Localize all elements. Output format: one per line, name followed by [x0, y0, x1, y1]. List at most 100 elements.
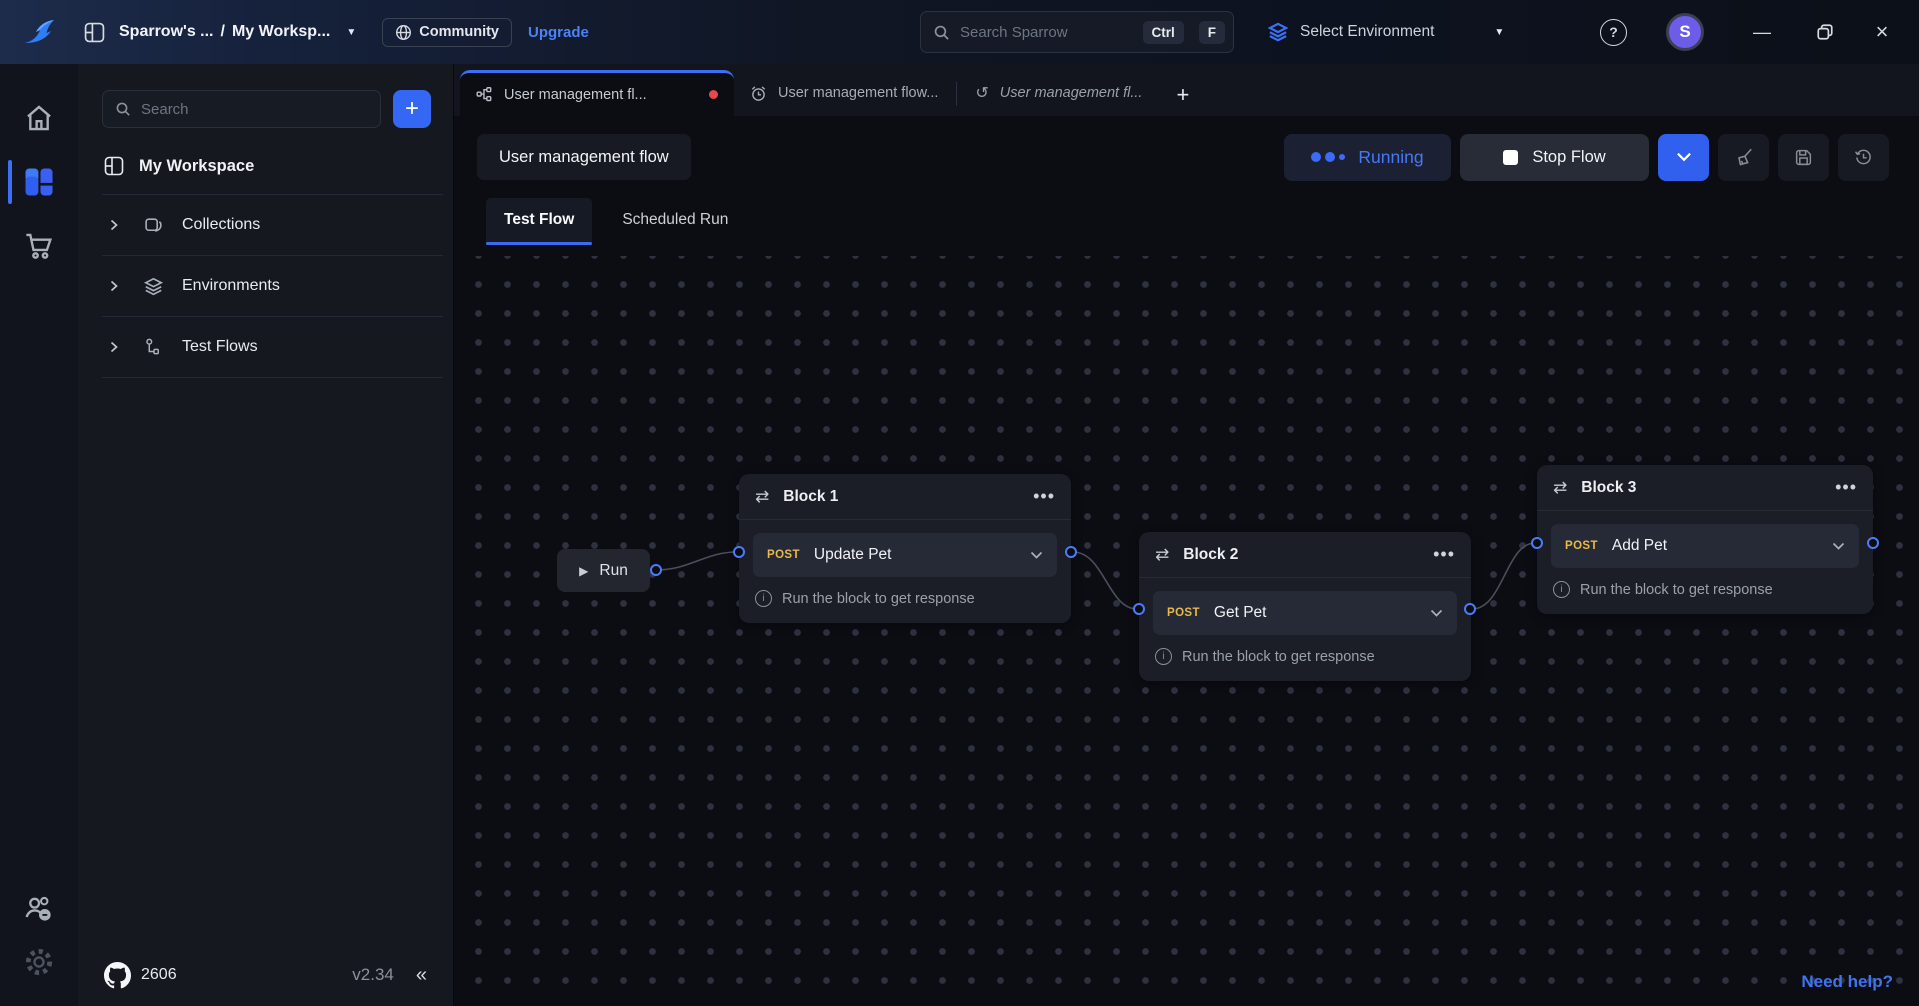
rail-item-marketplace[interactable] — [0, 214, 78, 278]
subtab-scheduled-run[interactable]: Scheduled Run — [604, 198, 746, 242]
flow-canvas[interactable]: ▶ Run ⇄ Block 1 ••• POST Update Pet — [454, 256, 1919, 1006]
flow-block-2[interactable]: ⇄ Block 2 ••• POST Get Pet i Run the blo… — [1139, 532, 1471, 681]
breadcrumb-separator: / — [221, 23, 225, 41]
tab-label: User management fl... — [1000, 85, 1143, 101]
new-tab-button[interactable]: + — [1158, 82, 1207, 108]
subtab-test-flow[interactable]: Test Flow — [486, 198, 592, 242]
need-help-link[interactable]: Need help? — [1801, 972, 1893, 992]
help-button[interactable]: ? — [1600, 19, 1627, 46]
sidebar-item-collections[interactable]: Collections — [78, 195, 453, 255]
add-new-button[interactable]: + — [393, 90, 431, 128]
block-menu-button[interactable]: ••• — [1033, 486, 1055, 507]
sidebar-item-environments[interactable]: Environments — [78, 256, 453, 316]
github-star-count: 2606 — [141, 966, 177, 984]
rail-item-home[interactable] — [0, 86, 78, 150]
workspace-header[interactable]: My Workspace — [78, 146, 453, 194]
community-button[interactable]: Community — [382, 18, 512, 47]
connector-block2-out[interactable] — [1464, 603, 1476, 615]
block-title: Block 2 — [1183, 546, 1419, 564]
running-dot-icon — [1311, 152, 1321, 162]
flow-header: User management flow Running Stop Flow — [454, 116, 1919, 198]
status-label: Running — [1358, 147, 1423, 168]
run-node-button[interactable]: ▶ Run — [557, 549, 650, 592]
method-badge: POST — [767, 549, 800, 561]
sidebar-item-label: Environments — [182, 277, 280, 295]
environment-caret-icon[interactable]: ▼ — [1494, 27, 1504, 38]
upgrade-link[interactable]: Upgrade — [528, 24, 589, 41]
sidebar-item-label: Collections — [182, 216, 260, 234]
connector-run-out[interactable] — [650, 564, 662, 576]
restore-button[interactable] — [1805, 12, 1845, 52]
environment-selector[interactable]: Select Environment ▼ — [1268, 22, 1504, 42]
search-icon — [933, 24, 950, 41]
flow-block-1[interactable]: ⇄ Block 1 ••• POST Update Pet i Run the … — [739, 474, 1071, 623]
connector-block2-in[interactable] — [1133, 603, 1145, 615]
running-dot-icon — [1325, 152, 1335, 162]
alarm-clock-icon — [750, 85, 767, 102]
rail-item-community[interactable] — [23, 894, 55, 924]
shortcut-f-badge: F — [1199, 21, 1225, 44]
save-button[interactable] — [1778, 134, 1829, 181]
flow-name-field[interactable]: User management flow — [477, 134, 691, 180]
workspace-caret-icon[interactable]: ▼ — [346, 27, 356, 38]
info-icon: i — [1155, 648, 1172, 665]
close-button[interactable]: × — [1862, 12, 1902, 52]
info-icon: i — [755, 590, 772, 607]
help-glyph: ? — [1609, 24, 1618, 40]
request-name: Add Pet — [1612, 537, 1818, 555]
workspace-panels-icon — [21, 164, 57, 200]
chevron-right-icon[interactable] — [108, 341, 120, 353]
global-search-input[interactable] — [960, 24, 1133, 41]
panel-search-input[interactable] — [141, 101, 368, 118]
run-options-dropdown-button[interactable] — [1658, 134, 1709, 181]
rail-item-settings[interactable] — [23, 946, 55, 978]
cart-icon — [23, 231, 55, 261]
broom-icon — [1734, 147, 1754, 167]
request-selector[interactable]: POST Update Pet — [753, 533, 1057, 577]
chevron-right-icon[interactable] — [108, 280, 120, 292]
connector-block1-out[interactable] — [1065, 546, 1077, 558]
environment-label: Select Environment — [1300, 23, 1434, 41]
connector-block3-in[interactable] — [1531, 537, 1543, 549]
flow-block-3[interactable]: ⇄ Block 3 ••• POST Add Pet i Run the blo… — [1537, 465, 1873, 614]
swap-icon: ⇄ — [755, 487, 769, 507]
global-search[interactable]: Ctrl F — [920, 11, 1234, 53]
sidebar-rail — [0, 64, 78, 1006]
search-icon — [115, 101, 131, 117]
request-name: Update Pet — [814, 546, 1016, 564]
tab-user-management-flow-3[interactable]: ↺ User management fl... — [959, 70, 1158, 116]
rail-item-workspace[interactable] — [0, 150, 78, 214]
tab-label: User management fl... — [504, 87, 698, 103]
method-badge: POST — [1167, 607, 1200, 619]
method-badge: POST — [1565, 540, 1598, 552]
history-button[interactable] — [1838, 134, 1889, 181]
chevron-down-icon — [1430, 609, 1443, 617]
github-link[interactable] — [104, 962, 131, 989]
workspace-title: My Workspace — [139, 157, 254, 176]
tab-user-management-flow-2[interactable]: User management flow... — [734, 70, 954, 116]
connector-block3-out[interactable] — [1867, 537, 1879, 549]
block-menu-button[interactable]: ••• — [1433, 544, 1455, 565]
title-bar: Sparrow's ... / My Worksp... ▼ Community… — [0, 0, 1919, 64]
stop-flow-button[interactable]: Stop Flow — [1460, 134, 1649, 181]
breadcrumb-team[interactable]: Sparrow's ... — [119, 23, 214, 41]
request-selector[interactable]: POST Add Pet — [1551, 524, 1859, 568]
chevron-right-icon[interactable] — [108, 219, 120, 231]
tab-user-management-flow-1[interactable]: User management fl... — [460, 70, 734, 116]
user-avatar[interactable]: S — [1666, 13, 1704, 51]
clear-canvas-button[interactable] — [1718, 134, 1769, 181]
connector-block1-in[interactable] — [733, 546, 745, 558]
panel-search[interactable] — [102, 90, 381, 128]
block-menu-button[interactable]: ••• — [1835, 477, 1857, 498]
flow-subtabs: Test Flow Scheduled Run — [454, 198, 1919, 256]
flow-icon — [476, 87, 493, 102]
home-icon — [23, 103, 55, 133]
minimize-button[interactable]: — — [1742, 12, 1782, 52]
avatar-initial: S — [1679, 22, 1690, 42]
breadcrumb-workspace[interactable]: My Worksp... — [232, 23, 330, 41]
sparrow-logo[interactable] — [0, 17, 78, 47]
request-selector[interactable]: POST Get Pet — [1153, 591, 1457, 635]
sidebar-item-test-flows[interactable]: Test Flows — [78, 317, 453, 377]
collapse-panel-button[interactable]: « — [416, 964, 427, 987]
block-title: Block 1 — [783, 488, 1019, 506]
